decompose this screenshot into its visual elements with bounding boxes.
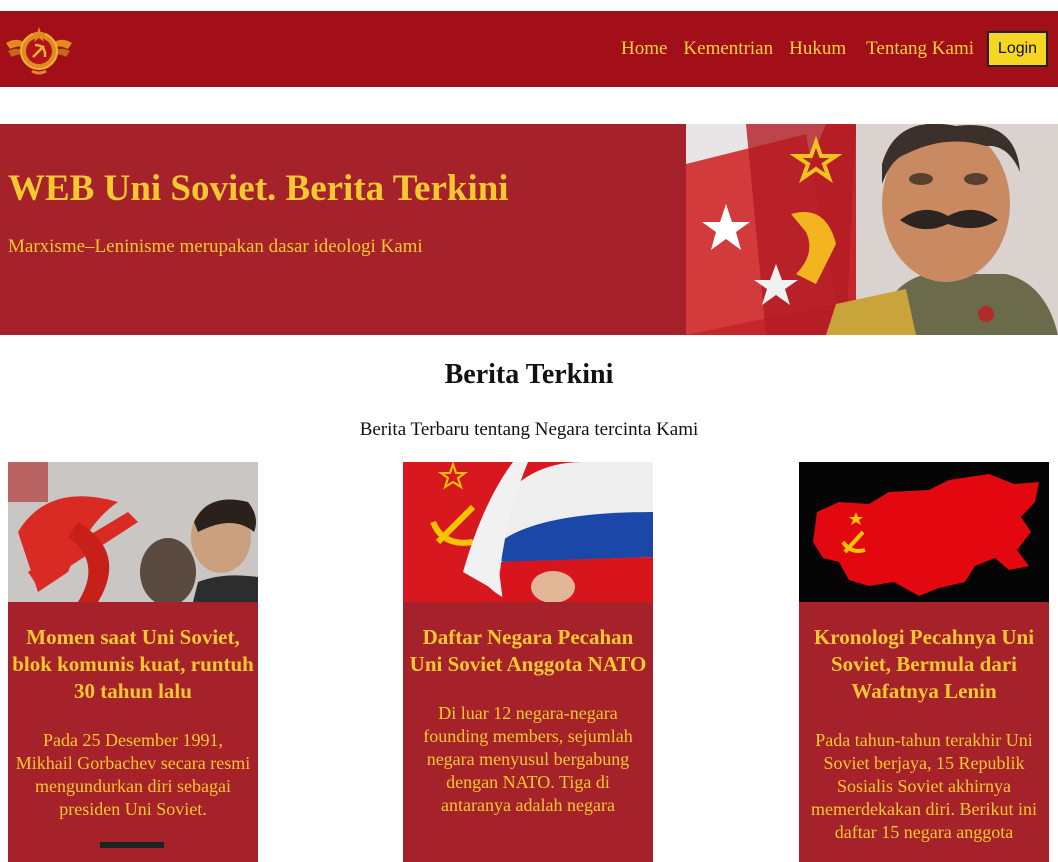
news-card-title[interactable]: Kronologi Pecahnya Uni Soviet, Bermula d… [799, 602, 1049, 705]
news-card-title[interactable]: Momen saat Uni Soviet, blok komunis kuat… [8, 602, 258, 705]
news-card-text: Pada tahun-tahun terakhir Uni Soviet ber… [811, 730, 1037, 842]
news-card-image [403, 462, 653, 602]
hero-banner: WEB Uni Soviet. Berita Terkini Marxisme–… [0, 124, 1058, 335]
news-card-text: Di luar 12 negara-negara founding member… [423, 703, 633, 815]
news-section-title: Berita Terkini [444, 359, 614, 390]
login-button[interactable]: Login [987, 31, 1048, 67]
news-card-image [8, 462, 258, 602]
nav-tentang-kami-link[interactable]: Tentang Kami [866, 36, 974, 62]
nav-home-link[interactable]: Home [621, 36, 667, 62]
news-card[interactable]: Momen saat Uni Soviet, blok komunis kuat… [8, 462, 258, 862]
news-card-text: Pada 25 Desember 1991, Mikhail Gorbachev… [15, 730, 251, 819]
news-card[interactable]: Daftar Negara Pecahan Uni Soviet Anggota… [403, 462, 653, 862]
top-strip [0, 0, 1058, 11]
soviet-emblem-logo[interactable] [2, 21, 76, 77]
main-nav: Home Kementrian Hukum Tentang Kami [605, 36, 974, 62]
news-card[interactable]: Kronologi Pecahnya Uni Soviet, Bermula d… [799, 462, 1049, 862]
news-section-subtitle: Berita Terbaru tentang Negara tercinta K… [359, 419, 699, 440]
nav-hukum-link[interactable]: Hukum [789, 36, 846, 62]
hero-portrait-image [686, 124, 1058, 335]
navbar: Home Kementrian Hukum Tentang Kami Login [0, 11, 1058, 87]
news-card-title[interactable]: Daftar Negara Pecahan Uni Soviet Anggota… [403, 602, 653, 678]
news-card-image [799, 462, 1049, 602]
hero-subtitle: Marxisme–Leninisme merupakan dasar ideol… [8, 236, 423, 257]
hero-title: WEB Uni Soviet. Berita Terkini [8, 168, 509, 209]
nav-kementrian-link[interactable]: Kementrian [683, 36, 773, 62]
news-card-thumbnail [100, 842, 164, 848]
